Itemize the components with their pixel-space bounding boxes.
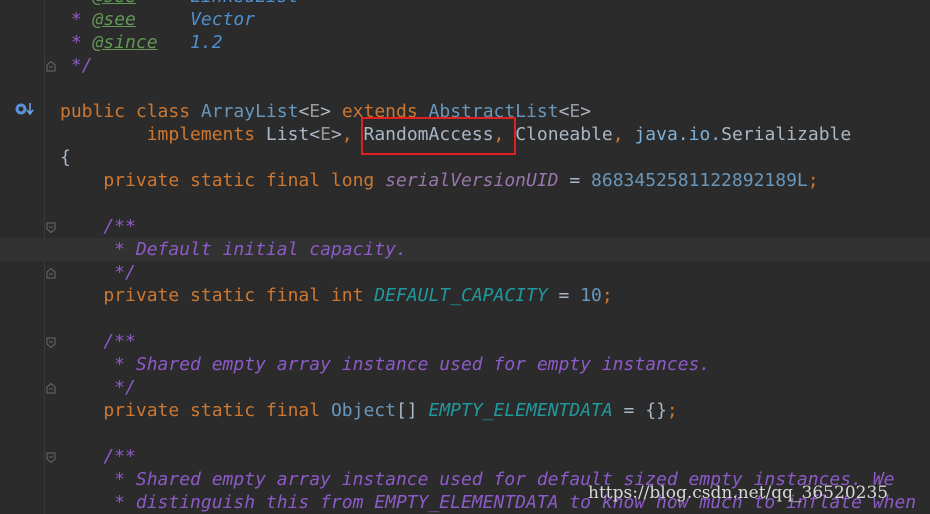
code-token: , [612, 124, 635, 145]
code-token: E [320, 124, 331, 145]
code-token: /** [60, 331, 136, 352]
code-token: java.io. [634, 124, 722, 145]
code-token: < [309, 124, 321, 145]
implements-gutter-icon[interactable] [14, 101, 36, 117]
code-line-text: * Shared empty array instance used for e… [60, 353, 710, 376]
fold-marker-icon[interactable] [46, 268, 56, 279]
code-line-text: /** [60, 330, 136, 353]
code-line[interactable]: */ [0, 261, 930, 284]
code-token: > [320, 101, 342, 122]
code-line-text: private static final int DEFAULT_CAPACIT… [60, 284, 613, 307]
code-line[interactable] [0, 77, 930, 100]
code-token: * [60, 32, 93, 53]
code-token: Serializable [721, 124, 852, 145]
code-token: * Shared empty array instance used for e… [60, 354, 711, 375]
code-token: * [60, 0, 93, 7]
code-token: 8683452581122892189L [591, 170, 808, 191]
code-token: @since [92, 32, 158, 53]
fold-marker-icon[interactable] [46, 222, 56, 233]
code-token: 1.2 [190, 32, 223, 53]
code-line[interactable]: */ [0, 54, 930, 77]
code-token: > [330, 124, 342, 145]
code-line[interactable]: /** [0, 445, 930, 468]
code-line[interactable] [0, 422, 930, 445]
code-token: ; [666, 400, 678, 421]
code-token: Vector [190, 9, 256, 30]
code-token: private static final long [60, 170, 386, 191]
code-line-text: * @see LinkedList [60, 0, 299, 8]
code-token: * Default initial capacity. [60, 239, 407, 260]
code-token: implements [60, 124, 266, 145]
code-token: = {} [612, 400, 667, 421]
code-line[interactable]: */ [0, 376, 930, 399]
code-token: private static final [60, 400, 331, 421]
code-token: { [60, 147, 71, 168]
code-token: Object [330, 400, 396, 421]
code-line-text: private static final long serialVersionU… [60, 169, 819, 192]
code-token: */ [60, 55, 93, 76]
code-line[interactable]: * Shared empty array instance used for e… [0, 353, 930, 376]
code-token: 10 [580, 285, 602, 306]
code-token: E [569, 101, 581, 122]
code-line-text: /** [60, 445, 136, 468]
code-token: ; [601, 285, 613, 306]
code-token: serialVersionUID [385, 170, 559, 191]
code-line-text: * @since 1.2 [60, 31, 223, 54]
fold-marker-icon[interactable] [46, 337, 56, 348]
code-line[interactable] [0, 192, 930, 215]
fold-marker-icon[interactable] [46, 452, 56, 463]
code-line-text: */ [60, 376, 136, 399]
code-token: DEFAULT_CAPACITY [374, 285, 548, 306]
code-line[interactable] [0, 307, 930, 330]
watermark-text: https://blog.csdn.net/qq_36520235 [588, 483, 889, 503]
code-token: < [558, 101, 570, 122]
code-token: Cloneable [515, 124, 613, 145]
code-line-text: * Default initial capacity. [60, 238, 407, 261]
code-token: [] [395, 400, 429, 421]
code-line[interactable]: /** [0, 330, 930, 353]
code-line-text: * @see Vector [60, 8, 255, 31]
code-token: E [309, 101, 321, 122]
code-token: ArrayList [200, 101, 299, 122]
random-access-highlight-box [361, 117, 516, 155]
code-token: < [298, 101, 310, 122]
code-line[interactable]: * @since 1.2 [0, 31, 930, 54]
code-line-text: { [60, 146, 71, 169]
fold-marker-icon[interactable] [46, 383, 56, 394]
code-line[interactable]: /** [0, 215, 930, 238]
code-token: ; [807, 170, 819, 191]
code-token: * [60, 9, 93, 30]
code-line-text: */ [60, 261, 136, 284]
code-line[interactable]: private static final int DEFAULT_CAPACIT… [0, 284, 930, 307]
code-token: EMPTY_ELEMENTDATA [428, 400, 613, 421]
code-token: @see [92, 9, 136, 30]
code-line-text: private static final Object[] EMPTY_ELEM… [60, 399, 678, 422]
code-token: /** [60, 216, 136, 237]
code-token: @see [93, 0, 136, 7]
code-token: = [547, 285, 581, 306]
code-token: > [580, 101, 592, 122]
fold-marker-icon[interactable] [46, 61, 56, 72]
code-line[interactable]: * Default initial capacity. [0, 238, 930, 261]
code-token: */ [60, 377, 136, 398]
code-line[interactable]: * @see Vector [0, 8, 930, 31]
code-token: private static final int [60, 285, 375, 306]
code-token: List [265, 124, 310, 145]
code-line[interactable]: private static final Object[] EMPTY_ELEM… [0, 399, 930, 422]
code-token: LinkedList [190, 0, 298, 7]
code-token: = [558, 170, 592, 191]
code-token: /** [60, 446, 136, 467]
code-line-text: */ [60, 54, 93, 77]
code-editor[interactable]: * @see LinkedList * @see Vector * @since… [0, 0, 930, 514]
code-token: */ [60, 262, 136, 283]
code-line[interactable]: private static final long serialVersionU… [0, 169, 930, 192]
code-line[interactable]: * @see LinkedList [0, 0, 930, 8]
code-line-text: /** [60, 215, 136, 238]
code-token: public class [60, 101, 201, 122]
